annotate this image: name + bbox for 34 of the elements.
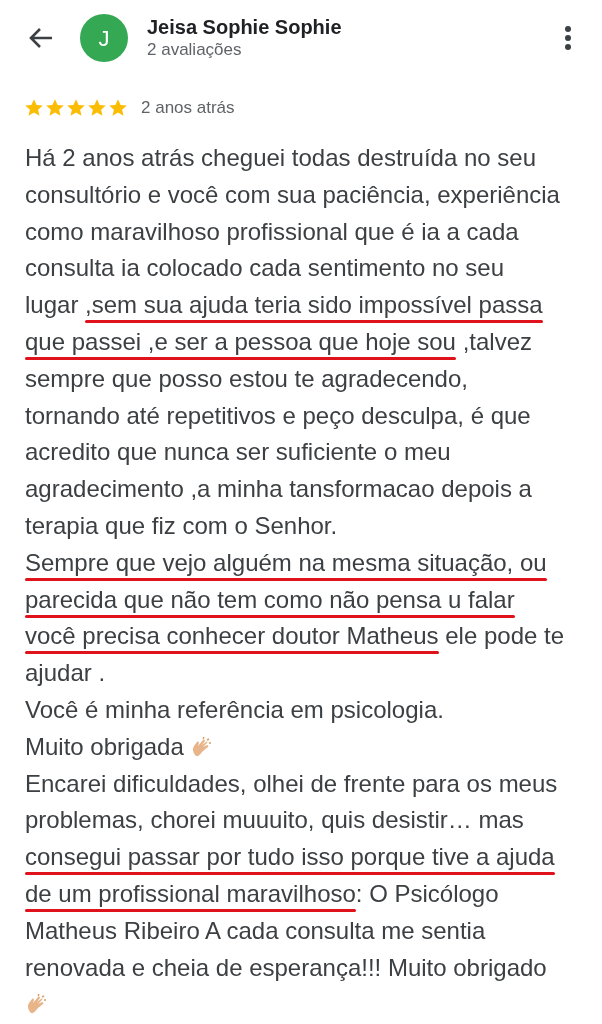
star-icon bbox=[24, 98, 44, 118]
review-text-line: Muito obrigada bbox=[25, 728, 215, 766]
review-time: 2 anos atrás bbox=[141, 97, 235, 120]
review-text-line: Você é minha referência em psicologia. bbox=[25, 694, 444, 725]
review-text-line: tornando até repetitivos e peço desculpa, é que bbox=[25, 400, 531, 431]
review-text-line: de um profissional maravilhoso: O Psicólogo bbox=[25, 875, 499, 913]
star-icon bbox=[108, 98, 128, 118]
avatar: J bbox=[80, 14, 128, 62]
review-text-line: acredito que nunca ser suficiente o meu bbox=[25, 437, 451, 468]
star-icon bbox=[87, 98, 107, 118]
review-count: 2 avaliações bbox=[147, 39, 243, 61]
review-text-line: consultório e você com sua paciência, experiência bbox=[25, 179, 560, 210]
more-options-icon[interactable] bbox=[564, 25, 572, 51]
reviewer-name: Jeisa Sophie Sophie bbox=[147, 15, 343, 39]
review-text-line: agradecimento ,a minha tansformacao depois a bbox=[25, 474, 532, 505]
review-text-line: como maravilhoso profissional que é ia a cada bbox=[25, 216, 519, 247]
review-text-line: ajudar . bbox=[25, 658, 106, 689]
review-text-line: que passei ,e ser a pessoa que hoje sou ,talvez bbox=[25, 324, 532, 361]
review-text-line: sempre que posso estou te agradecendo, bbox=[25, 363, 468, 394]
review-text-line: renovada e cheia de esperança!!! Muito obrigado bbox=[25, 952, 547, 983]
review-text-line: Há 2 anos atrás cheguei todas destruída no seu bbox=[25, 143, 536, 173]
review-text-line: Matheus Ribeiro A cada consulta me sentia bbox=[25, 915, 486, 946]
review-text-line: parecida que não tem como não pensa u falar bbox=[25, 581, 515, 619]
star-icon bbox=[66, 98, 86, 118]
review-text-line: problemas, chorei muuuito, quis desistir… mas bbox=[25, 805, 524, 836]
review-text-line: Sempre que vejo alguém na mesma situação, ou bbox=[25, 544, 547, 582]
review-text-line: lugar ,sem sua ajuda teria sido impossível passa bbox=[25, 287, 543, 324]
star-icon bbox=[45, 98, 65, 118]
review-text-line: você precisa conhecer doutor Matheus ele pode te bbox=[25, 618, 564, 656]
review-text-line: consegui passar por tudo isso porque tive a ajuda bbox=[25, 839, 555, 876]
review-text-line: terapia que fiz com o Senhor. bbox=[25, 510, 338, 541]
review-text-line: Encarei dificuldades, olhei de frente para os meus bbox=[25, 768, 558, 799]
back-icon[interactable] bbox=[28, 26, 54, 50]
review-text-line: consulta ia colocado cada sentimento no seu bbox=[25, 253, 504, 284]
